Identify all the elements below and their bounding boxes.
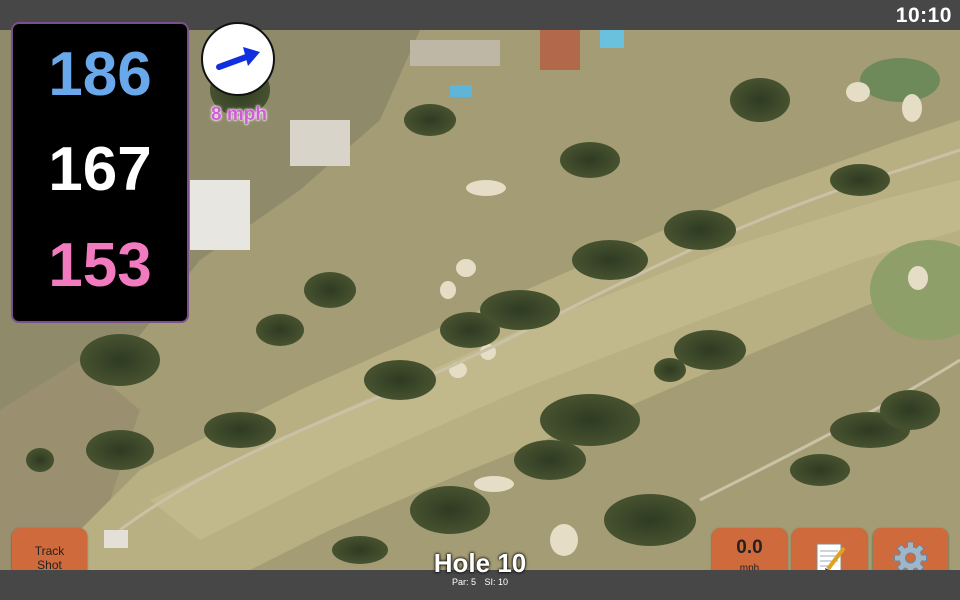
hole-title: Hole 10 <box>433 548 527 578</box>
distance-middle: 167 <box>48 135 152 204</box>
hole-info: Par: 5 SI: 10 <box>380 577 580 587</box>
wind-arrow-icon <box>216 47 260 70</box>
distance-back: 186 <box>48 40 152 109</box>
hole-stroke-index: SI: 10 <box>484 577 509 587</box>
track-shot-label-line1: Track <box>34 544 65 558</box>
speed-value: 0.0 <box>736 537 763 558</box>
clock: 10:10 <box>895 4 952 27</box>
wind-speed-label: 8 mph <box>211 104 267 125</box>
distance-panel: 186 167 153 <box>11 22 189 323</box>
wind-indicator <box>201 22 275 96</box>
distance-front: 153 <box>48 231 152 300</box>
hole-par: Par: 5 <box>451 577 476 587</box>
